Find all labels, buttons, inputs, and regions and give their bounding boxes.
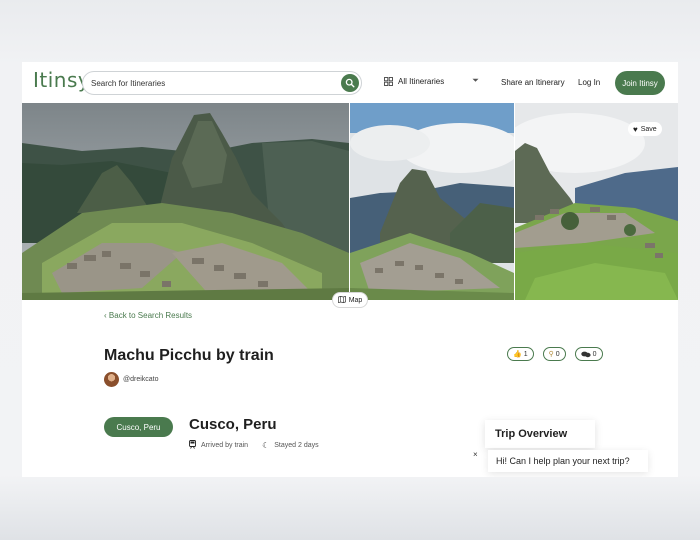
photo-gallery: ♥ Save bbox=[22, 103, 678, 300]
pin-icon: ⚲ bbox=[548, 351, 554, 358]
moon-icon: ☾ bbox=[262, 441, 270, 450]
save-button[interactable]: ♥ Save bbox=[628, 122, 662, 136]
author-handle: @dreikcato bbox=[123, 376, 159, 383]
pin-button[interactable]: ⚲ 0 bbox=[542, 347, 566, 361]
itinerary-icon bbox=[384, 77, 393, 86]
filter-label: All Itineraries bbox=[398, 77, 445, 86]
login-link[interactable]: Log In bbox=[578, 78, 600, 87]
like-button[interactable]: 👍 1 bbox=[507, 347, 534, 361]
comments-button[interactable]: 0 bbox=[574, 347, 603, 361]
search-input[interactable] bbox=[91, 75, 331, 91]
comments-count: 0 bbox=[592, 350, 597, 358]
back-to-results-link[interactable]: ‹ Back to Search Results bbox=[104, 311, 192, 320]
thumbs-up-icon: 👍 bbox=[513, 351, 522, 358]
author[interactable]: @dreikcato bbox=[104, 372, 159, 387]
heart-icon: ♥ bbox=[633, 124, 638, 134]
machu-picchu-photo-1 bbox=[22, 103, 349, 300]
search-icon bbox=[345, 78, 355, 88]
stop-title: Cusco, Peru bbox=[189, 416, 277, 433]
trip-overview-panel[interactable]: Trip Overview bbox=[485, 420, 595, 448]
location-badge[interactable]: Cusco, Peru bbox=[104, 417, 173, 437]
arrived-label: Arrived by train bbox=[201, 442, 249, 449]
close-icon[interactable]: × bbox=[473, 450, 478, 459]
comments-icon bbox=[580, 351, 591, 357]
chevron-left-icon: ‹ bbox=[104, 311, 107, 320]
stayed-label: Stayed 2 days bbox=[274, 442, 319, 449]
arrival-info: Arrived by train bbox=[189, 440, 248, 451]
top-nav: Itinsy All Itineraries Share an Itinera bbox=[22, 62, 678, 102]
page-title: Machu Picchu by train bbox=[104, 347, 274, 364]
stay-info: ☾ Stayed 2 days bbox=[262, 440, 319, 451]
map-icon bbox=[337, 295, 346, 305]
like-count: 1 bbox=[523, 350, 528, 358]
reactions: 👍 1 ⚲ 0 0 bbox=[507, 347, 612, 361]
search-bar[interactable] bbox=[82, 71, 362, 95]
pin-count: 0 bbox=[555, 350, 560, 358]
stop-meta: Arrived by train ☾ Stayed 2 days bbox=[189, 440, 333, 451]
back-label: Back to Search Results bbox=[108, 311, 193, 320]
page-frame: Itinsy All Itineraries Share an Itinera bbox=[22, 62, 678, 477]
search-button[interactable] bbox=[341, 74, 359, 92]
chat-message[interactable]: Hi! Can I help plan your next trip? bbox=[488, 450, 648, 472]
share-itinerary-link[interactable]: Share an Itinerary bbox=[501, 78, 565, 87]
chevron-down-icon[interactable] bbox=[472, 78, 479, 83]
map-button[interactable]: Map bbox=[332, 292, 368, 308]
itinerary-filter[interactable]: All Itineraries bbox=[384, 77, 444, 86]
map-label: Map bbox=[348, 296, 363, 304]
main-photo[interactable] bbox=[22, 103, 349, 300]
photo-2[interactable] bbox=[350, 103, 514, 300]
save-label: Save bbox=[640, 125, 657, 133]
avatar bbox=[104, 372, 119, 387]
train-icon bbox=[189, 440, 196, 451]
join-button[interactable]: Join Itinsy bbox=[615, 71, 665, 95]
machu-picchu-photo-2 bbox=[350, 103, 514, 300]
trip-overview-title: Trip Overview bbox=[495, 428, 568, 440]
